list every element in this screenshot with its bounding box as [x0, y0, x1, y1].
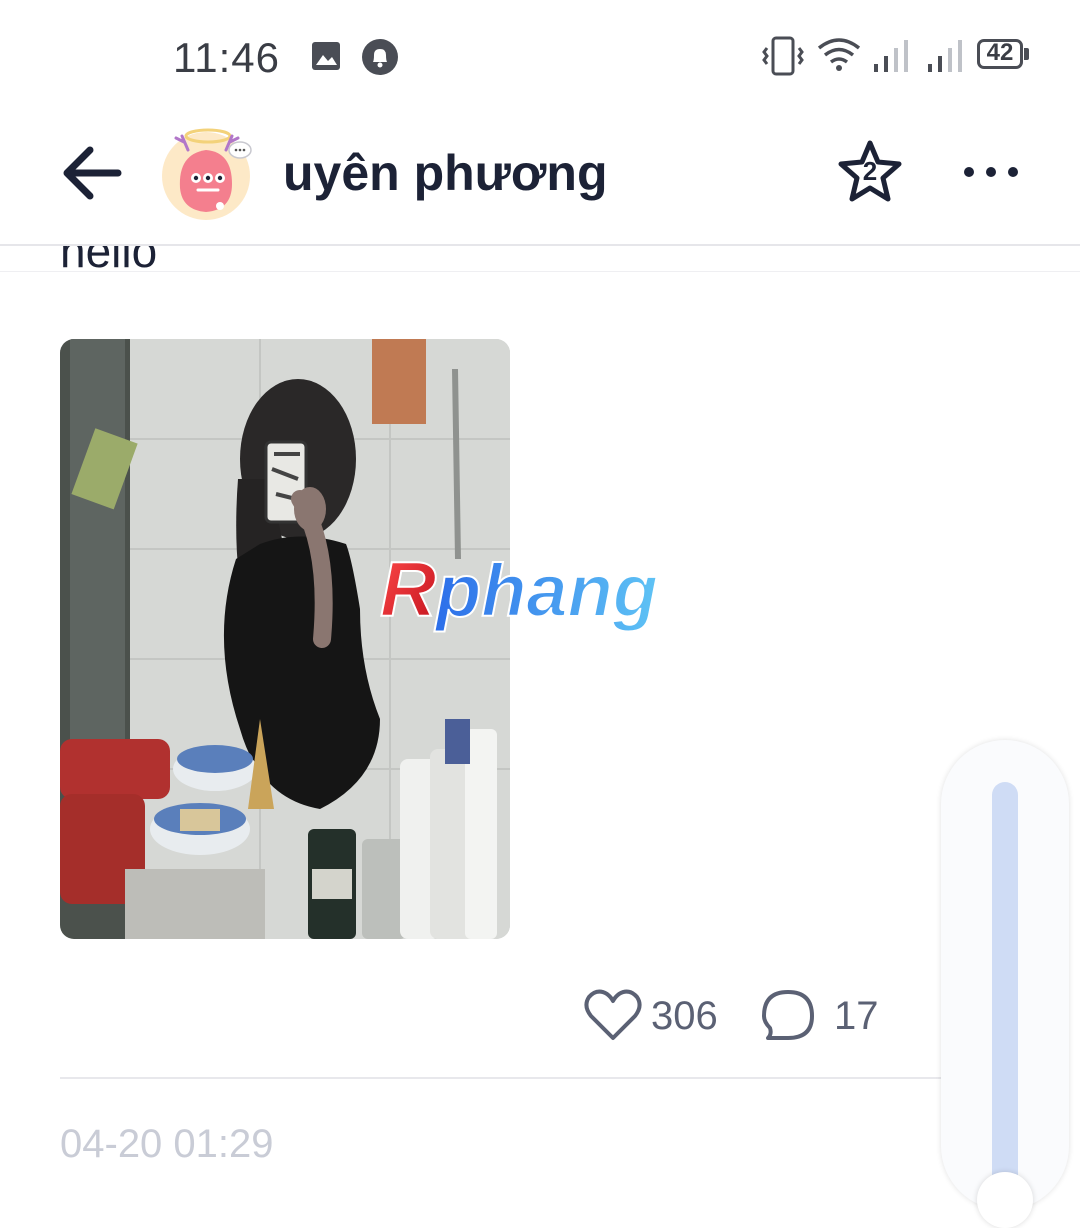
svg-text:R: R	[380, 548, 436, 633]
chat-header: uyên phương 2	[0, 110, 1080, 246]
status-bar: 11:46 42	[0, 0, 1080, 110]
signal-icon	[928, 40, 962, 72]
more-dots-icon[interactable]	[956, 138, 1026, 206]
image-icon	[312, 42, 340, 70]
battery-tip	[1024, 48, 1029, 60]
signal-icon	[874, 40, 908, 72]
scroll-track[interactable]	[992, 782, 1018, 1202]
post-text-container: hello	[60, 246, 460, 292]
fast-scroller[interactable]	[941, 740, 1069, 1228]
post-text: hello	[60, 246, 158, 277]
watermark-logo: R phang	[379, 548, 659, 634]
user-name[interactable]: uyên phương	[283, 144, 608, 202]
post-date: 04-20 01:29	[60, 1122, 274, 1166]
battery-icon: 42	[977, 39, 1023, 69]
comment-icon[interactable]	[758, 986, 818, 1046]
post-actions: 306 17	[0, 980, 1080, 1060]
vibrate-icon	[762, 36, 804, 76]
comment-count: 17	[834, 994, 879, 1038]
favorite-star-button[interactable]: 2	[836, 138, 904, 206]
scroll-thumb[interactable]	[977, 1172, 1033, 1228]
notification-bell-icon	[362, 39, 398, 75]
avatar[interactable]	[160, 126, 254, 220]
star-badge-number: 2	[862, 156, 878, 186]
arrow-left-icon[interactable]	[58, 138, 128, 208]
battery-level: 42	[986, 39, 1014, 66]
post-divider	[60, 1077, 960, 1079]
heart-icon[interactable]	[583, 986, 643, 1044]
svg-text:phang: phang	[434, 549, 658, 632]
like-count: 306	[651, 994, 718, 1038]
wifi-icon	[817, 38, 861, 71]
status-time: 11:46	[173, 34, 280, 81]
